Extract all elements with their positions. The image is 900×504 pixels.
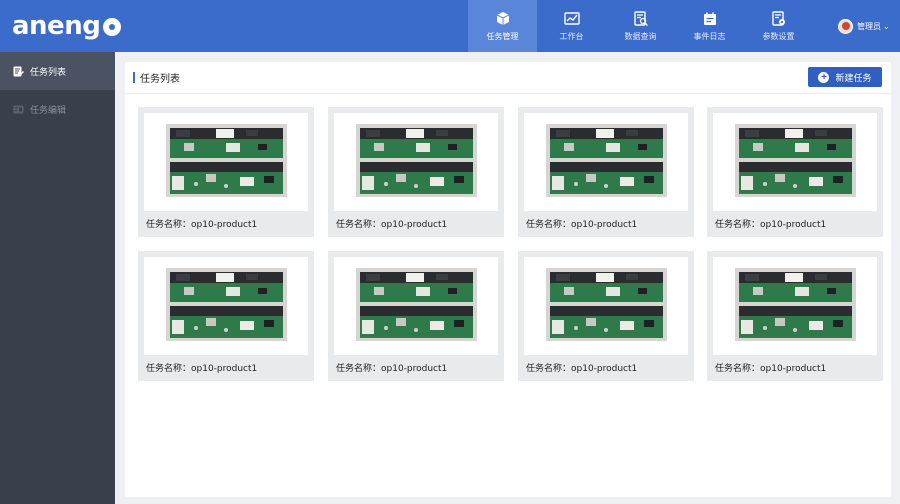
task-thumbnail	[166, 268, 287, 341]
edit-card-icon	[13, 105, 24, 113]
task-caption: 任务名称：op10-product1	[526, 220, 638, 230]
task-caption: 任务名称：op10-product1	[336, 220, 448, 230]
nav-item-query[interactable]: 数据查询	[606, 0, 675, 52]
task-caption: 任务名称：op10-product1	[146, 220, 258, 230]
chevron-down-icon: ⌄	[883, 21, 890, 31]
task-thumbnail-frame	[334, 113, 498, 211]
task-thumbnail-frame	[524, 113, 688, 211]
plus-icon: +	[818, 71, 830, 83]
task-thumbnail-frame	[713, 257, 877, 355]
nav-label: 任务管理	[486, 31, 519, 41]
task-card[interactable]: 任务名称：op10-product1	[328, 251, 504, 381]
task-list-panel: 任务列表 + 新建任务 任务名称：op10-product1 任务名称：op10…	[125, 62, 891, 497]
task-caption: 任务名称：op10-product1	[336, 364, 448, 374]
task-thumbnail	[546, 268, 667, 341]
cube-icon	[496, 11, 509, 25]
nav-label: 参数设置	[762, 31, 795, 41]
search-doc-icon	[633, 10, 648, 26]
logo-mark-icon	[103, 18, 122, 36]
top-bar: aneng 任务管理 工作台 数据查询 事件日志 参数设置 管理员 ⌄	[0, 0, 900, 52]
user-menu[interactable]: 管理员 ⌄	[838, 16, 890, 36]
calendar-icon	[703, 12, 716, 25]
sidebar-item-task-edit[interactable]: 任务编辑	[0, 90, 115, 128]
logo-text: aneng	[12, 11, 101, 41]
task-thumbnail	[735, 268, 856, 341]
task-card[interactable]: 任务名称：op10-product1	[138, 251, 314, 381]
task-card[interactable]: 任务名称：op10-product1	[518, 251, 694, 381]
task-thumbnail	[356, 124, 477, 197]
task-thumbnail-frame	[144, 257, 308, 355]
task-card[interactable]: 任务名称：op10-product1	[328, 107, 504, 237]
task-caption: 任务名称：op10-product1	[715, 364, 827, 374]
nav-item-settings[interactable]: 参数设置	[744, 0, 813, 52]
task-card[interactable]: 任务名称：op10-product1	[707, 107, 883, 237]
avatar	[838, 18, 853, 34]
task-thumbnail-frame	[144, 113, 308, 211]
settings-doc-icon	[771, 10, 785, 26]
task-thumbnail-frame	[524, 257, 688, 355]
new-task-label: 新建任务	[835, 72, 872, 83]
nav-item-workbench[interactable]: 工作台	[537, 0, 606, 52]
nav-label: 事件日志	[693, 31, 726, 41]
task-caption: 任务名称：op10-product1	[715, 220, 827, 230]
task-caption: 任务名称：op10-product1	[146, 364, 258, 374]
task-thumbnail	[546, 124, 667, 197]
task-card[interactable]: 任务名称：op10-product1	[707, 251, 883, 381]
new-task-button[interactable]: + 新建任务	[808, 67, 882, 87]
nav-label: 数据查询	[624, 31, 657, 41]
nav-label: 工作台	[559, 31, 584, 41]
user-name: 管理员	[857, 21, 881, 31]
task-thumbnail	[735, 124, 856, 197]
task-thumbnail	[166, 124, 287, 197]
sidebar-item-label: 任务列表	[30, 67, 67, 78]
chart-icon	[563, 11, 580, 25]
page-title: 任务列表	[133, 71, 180, 85]
task-caption: 任务名称：op10-product1	[526, 364, 638, 374]
sidebar-item-label: 任务编辑	[30, 105, 67, 116]
sidebar: 任务列表 任务编辑	[0, 52, 115, 504]
panel-header: 任务列表 + 新建任务	[125, 62, 891, 94]
task-card[interactable]: 任务名称：op10-product1	[518, 107, 694, 237]
app-logo[interactable]: aneng	[12, 8, 122, 44]
nav-item-log[interactable]: 事件日志	[675, 0, 744, 52]
sidebar-item-task-list[interactable]: 任务列表	[0, 52, 115, 90]
main-nav: 任务管理 工作台 数据查询 事件日志 参数设置	[468, 0, 813, 52]
edit-list-icon	[13, 66, 24, 76]
nav-item-task[interactable]: 任务管理	[468, 0, 537, 52]
task-thumbnail-frame	[713, 113, 877, 211]
task-thumbnail-frame	[334, 257, 498, 355]
task-thumbnail	[356, 268, 477, 341]
task-card[interactable]: 任务名称：op10-product1	[138, 107, 314, 237]
